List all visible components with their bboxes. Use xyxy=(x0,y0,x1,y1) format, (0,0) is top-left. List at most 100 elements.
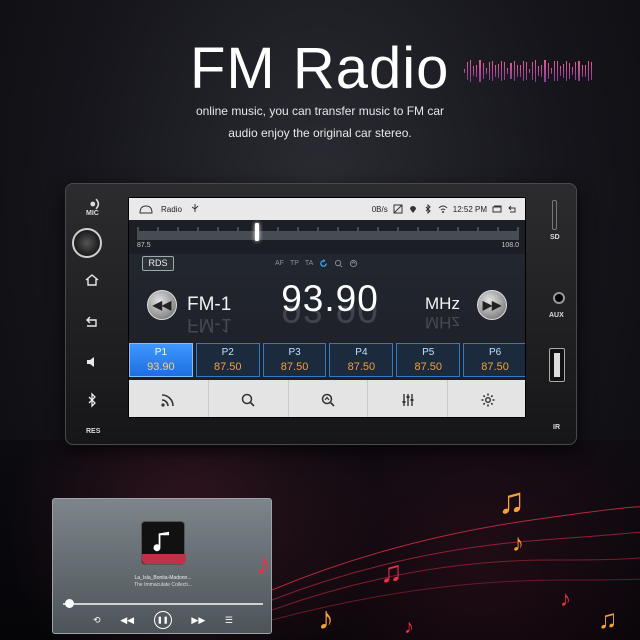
tuner-needle[interactable] xyxy=(255,223,260,241)
subtitle-line-1: online music, you can transfer music to … xyxy=(195,104,445,118)
clock: 12:52 PM xyxy=(452,204,487,214)
preset-frequency: 87.50 xyxy=(414,361,442,373)
player-controls: ⟲ ◀◀ ❚❚ ▶▶ ☰ xyxy=(93,611,233,629)
preset-name: P3 xyxy=(288,347,301,358)
search-button[interactable] xyxy=(209,380,289,417)
radio-screen: Radio 0B/s 12:52 PM 87.5 108.0 RDS AF TP… xyxy=(128,197,526,418)
next-icon[interactable]: ▶▶ xyxy=(191,615,205,626)
volume-knob[interactable] xyxy=(72,228,102,258)
scan-button[interactable] xyxy=(289,380,369,417)
flag-ta[interactable]: TA xyxy=(305,260,313,267)
music-note-icon: ♫ xyxy=(598,604,618,634)
scan-small-icon[interactable] xyxy=(349,259,358,268)
preset-p4-button[interactable]: P4 87.50 xyxy=(329,343,394,377)
seek-back-button[interactable]: ◀◀ xyxy=(147,290,177,320)
recent-apps-icon[interactable] xyxy=(492,204,502,214)
frequency-unit: MHz xyxy=(425,294,460,313)
no-signal-icon xyxy=(393,204,403,214)
volume-button[interactable] xyxy=(84,354,100,370)
rds-button[interactable]: RDS xyxy=(142,256,174,271)
preset-frequency: 93.90 xyxy=(147,361,175,373)
search-icon xyxy=(241,393,255,407)
usb-port xyxy=(549,348,565,382)
music-note-icon: ♪ xyxy=(256,548,271,581)
song-title: La_Isla_Bonita-Madonn... xyxy=(134,575,192,581)
song-album: The Immaculate Collecti... xyxy=(134,582,192,588)
back-button[interactable] xyxy=(84,314,100,330)
album-art xyxy=(141,521,186,565)
page-title: FM Radio xyxy=(190,36,450,101)
preset-list: P1 93.90 P2 87.50 P3 87.50 P4 87.50 P5 87.50 P6 87.… xyxy=(129,343,525,377)
return-icon[interactable] xyxy=(507,204,517,214)
music-note-icon: ♫ xyxy=(380,556,403,589)
repeat-icon[interactable]: ⟲ xyxy=(93,615,101,626)
equalizer-button[interactable] xyxy=(368,380,449,417)
preset-name: P4 xyxy=(355,347,368,358)
reset-label: RES xyxy=(86,428,101,435)
preset-frequency: 87.50 xyxy=(280,361,309,373)
radio-toolbar xyxy=(129,380,525,417)
back-icon xyxy=(86,316,97,327)
page-subtitle: online music, you can transfer music to … xyxy=(150,100,490,144)
music-note-icon: ♪ xyxy=(404,616,414,638)
bluetooth-status-icon xyxy=(425,204,431,214)
home-icon xyxy=(85,274,99,286)
preset-p1-button[interactable]: P1 93.90 xyxy=(129,343,193,377)
status-bar: Radio 0B/s 12:52 PM xyxy=(129,198,525,220)
waveform-decoration xyxy=(464,60,592,82)
preset-p5-button[interactable]: P5 87.50 xyxy=(396,343,461,377)
aux-jack xyxy=(553,292,565,304)
ir-label: IR xyxy=(553,424,560,431)
preset-p2-button[interactable]: P2 87.50 xyxy=(195,343,260,377)
pause-button[interactable]: ❚❚ xyxy=(153,611,172,629)
location-icon xyxy=(409,206,416,213)
home-button[interactable] xyxy=(84,272,100,288)
preset-p3-button[interactable]: P3 87.50 xyxy=(262,343,327,377)
progress-track[interactable] xyxy=(63,603,263,605)
seek-forward-button[interactable]: ▶▶ xyxy=(477,290,507,320)
sd-label: SD xyxy=(550,234,560,241)
aux-label: AUX xyxy=(549,312,564,319)
refresh-icon[interactable] xyxy=(319,259,328,268)
equalizer-icon xyxy=(402,393,414,406)
preset-name: P1 xyxy=(154,347,168,358)
playlist-icon[interactable]: ☰ xyxy=(225,615,233,626)
app-name: Radio xyxy=(161,204,182,214)
preset-p6-button[interactable]: P6 87.50 xyxy=(463,343,525,377)
preset-name: P6 xyxy=(488,347,502,358)
broadcast-icon xyxy=(161,393,175,407)
usb-icon xyxy=(190,203,200,215)
sd-card-slot xyxy=(552,200,557,230)
flag-af[interactable]: AF xyxy=(275,260,284,267)
tuning-dial[interactable]: 87.5 108.0 xyxy=(129,220,525,254)
radio-flags: AF TP TA xyxy=(275,259,358,268)
bluetooth-button[interactable] xyxy=(84,392,100,408)
tuner-scale xyxy=(137,227,519,240)
broadcast-button[interactable] xyxy=(129,380,209,417)
search-small-icon[interactable] xyxy=(334,259,343,268)
volume-icon xyxy=(87,357,94,367)
band-reflection: FM-1 xyxy=(187,314,232,335)
music-note-icon: ♫ xyxy=(498,480,525,521)
data-rate: 0B/s xyxy=(371,204,388,214)
mic-icon xyxy=(88,196,100,210)
pause-icon: ❚❚ xyxy=(156,617,169,624)
flag-tp[interactable]: TP xyxy=(290,260,299,267)
music-note-icon: ♪ xyxy=(560,586,571,611)
wifi-icon xyxy=(438,205,448,213)
tuner-max-label: 108.0 xyxy=(501,242,519,249)
subtitle-line-2: audio enjoy the original car stereo. xyxy=(228,126,412,140)
preset-frequency: 87.50 xyxy=(213,361,242,373)
settings-button[interactable] xyxy=(448,380,525,417)
frequency-reflection: 93.90 xyxy=(281,304,379,330)
preset-name: P2 xyxy=(221,347,234,358)
home-outline-icon[interactable] xyxy=(139,204,153,214)
music-note-icon xyxy=(153,531,170,552)
music-note-icon: ♪ xyxy=(318,600,334,636)
frequency-unit-reflection: MHz xyxy=(425,313,460,332)
preset-frequency: 87.50 xyxy=(481,361,509,373)
progress-knob[interactable] xyxy=(65,599,74,608)
previous-icon[interactable]: ◀◀ xyxy=(120,615,134,626)
bluetooth-icon xyxy=(88,392,96,408)
music-note-icon: ♪ xyxy=(512,530,524,557)
